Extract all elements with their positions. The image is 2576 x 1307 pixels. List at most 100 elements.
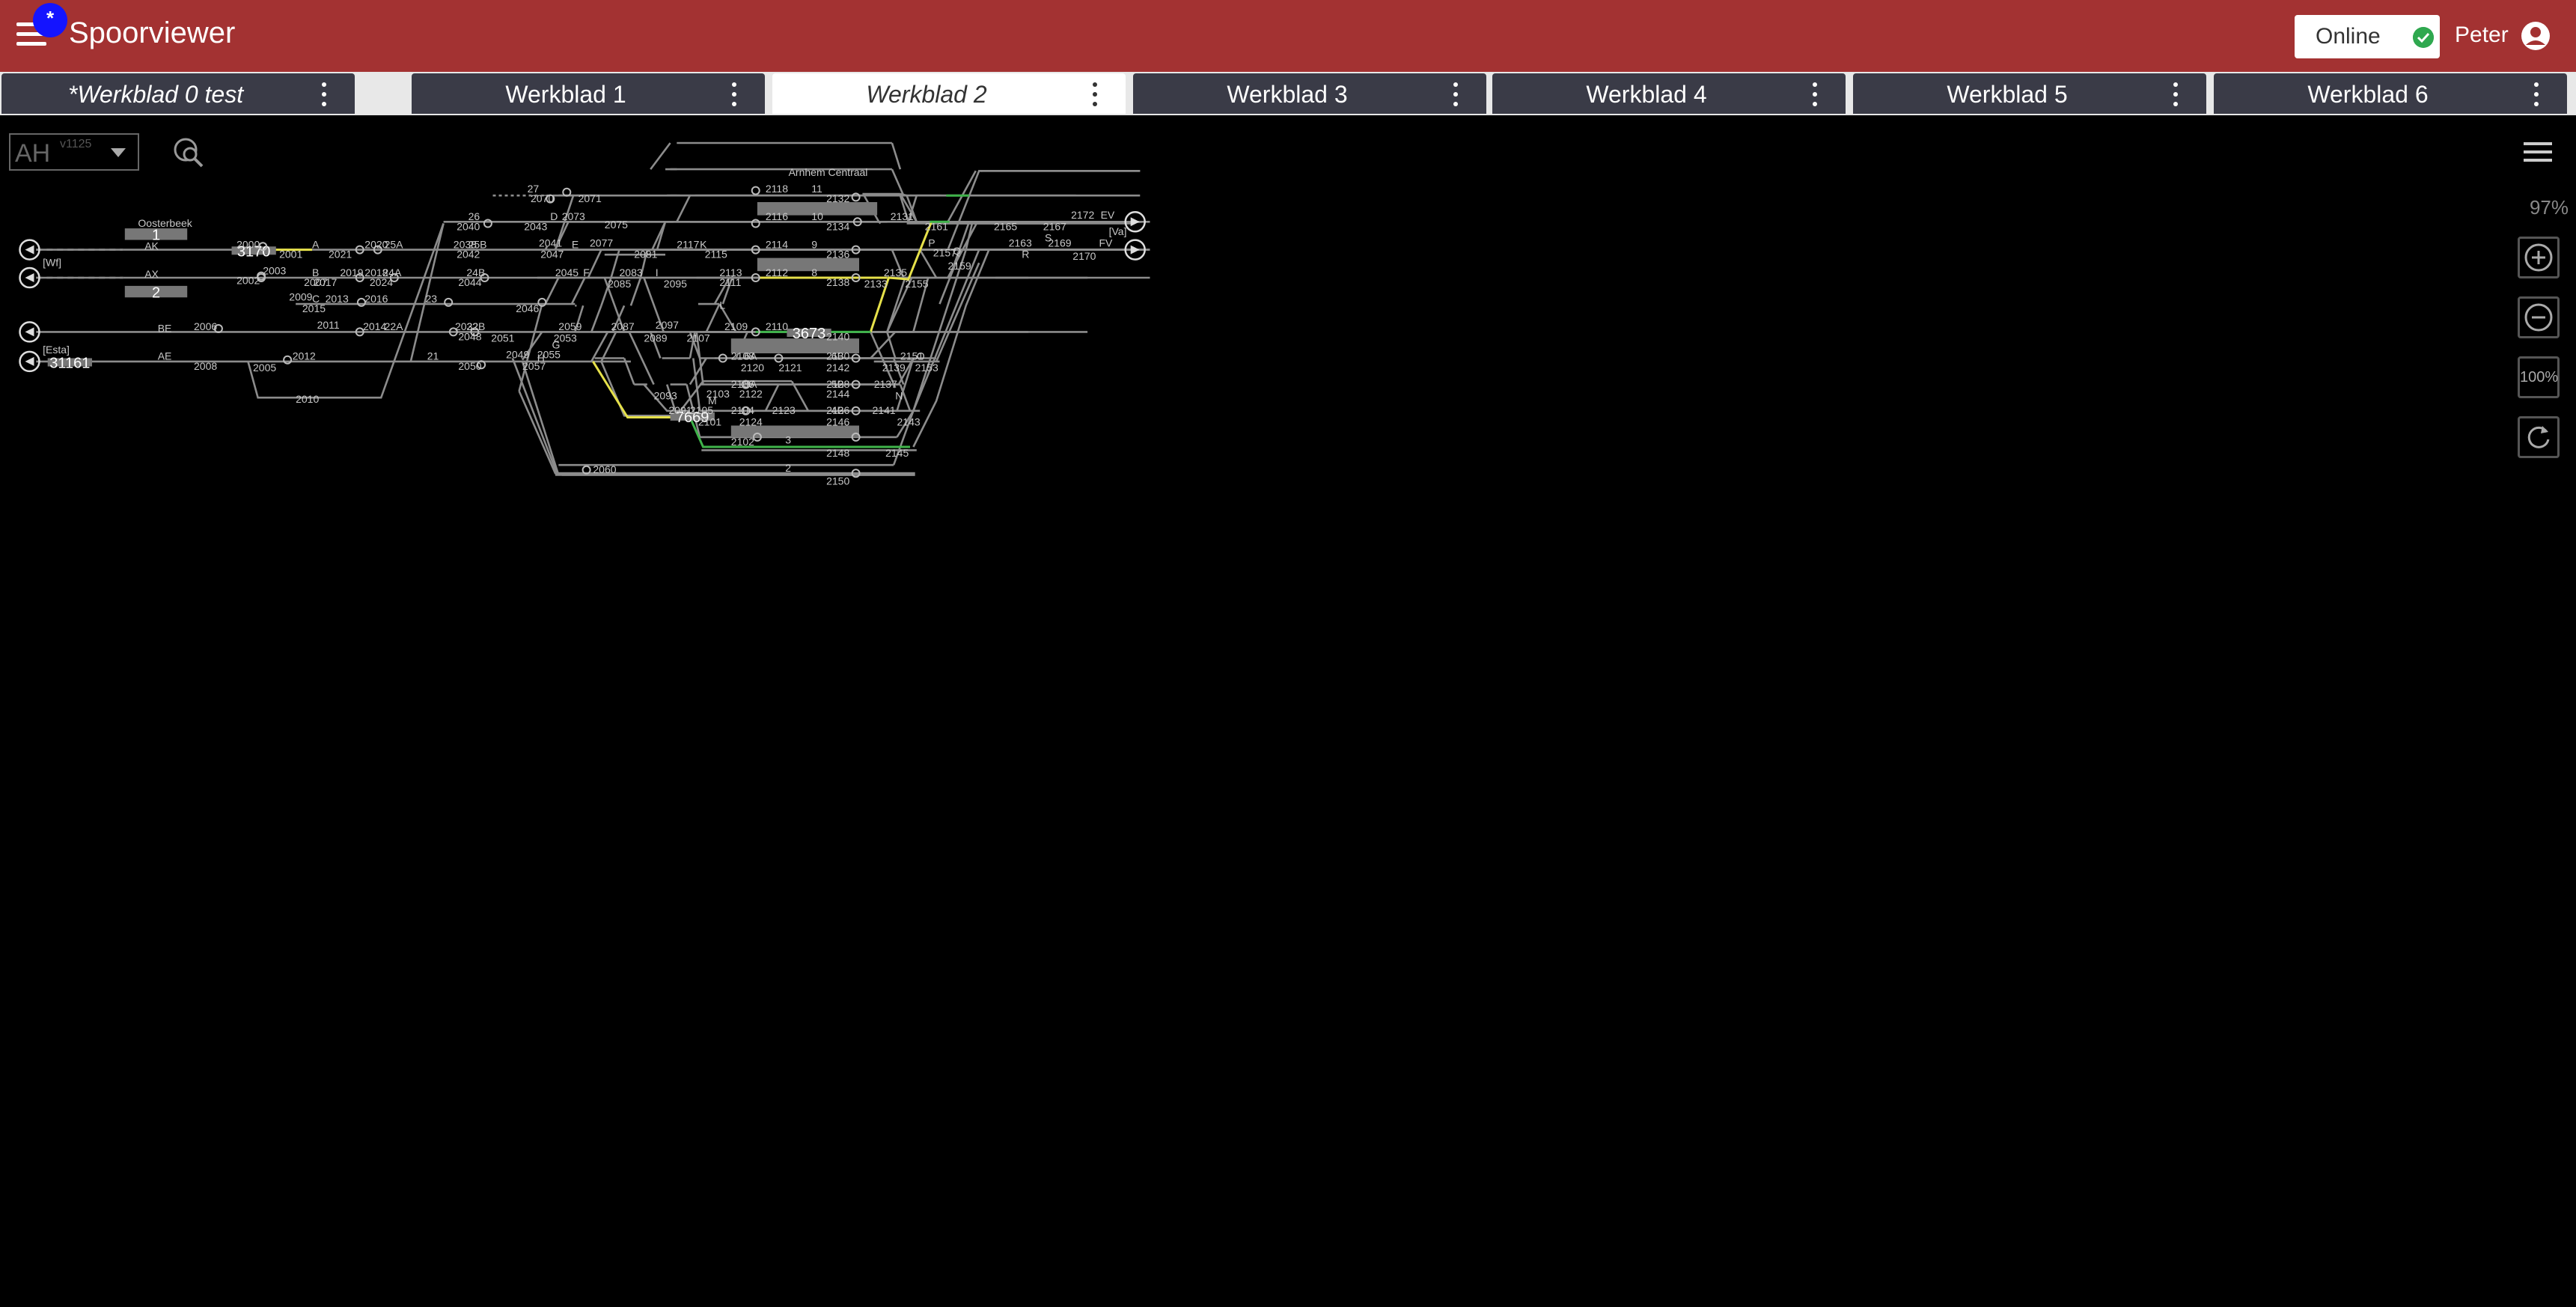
tab-label: Werkblad 4 xyxy=(1586,81,1707,108)
track-label: 2110 xyxy=(766,320,788,332)
platform-2-box-label: 2 xyxy=(152,284,160,301)
more-vert-icon[interactable] xyxy=(1453,82,1458,106)
track-segment xyxy=(629,277,642,306)
tab-label: Werkblad 2 xyxy=(866,81,987,108)
track-label: 2115 xyxy=(705,249,727,261)
track-label: 2141 xyxy=(873,404,896,416)
status-label: Online xyxy=(2316,24,2381,49)
track-label: 2114 xyxy=(766,238,788,250)
track-label: 6A xyxy=(744,350,757,362)
track-label: 2138 xyxy=(826,276,849,288)
track-label: 2137 xyxy=(874,378,897,390)
track-label: 2167 xyxy=(1043,220,1066,232)
online-status-toggle[interactable]: Online xyxy=(2295,15,2440,58)
track-label: 2117 xyxy=(677,238,699,250)
track-label: 2124 xyxy=(739,416,763,428)
check-circle-icon xyxy=(2413,27,2434,48)
track-label: 2153 xyxy=(915,362,938,374)
signal-icon[interactable] xyxy=(283,355,293,365)
track-segment xyxy=(650,142,671,170)
track-label: 2150 xyxy=(826,475,849,487)
track-label: [Wf] xyxy=(43,257,61,269)
tab-werkblad-1[interactable]: Werkblad 1 xyxy=(412,73,765,114)
track-label: 2145 xyxy=(885,447,909,459)
track-label: 2024 xyxy=(370,276,393,288)
track-label: AX xyxy=(144,268,159,280)
track-label: 2003 xyxy=(263,265,286,277)
track-label: 8 xyxy=(811,266,817,278)
track-label: 2146 xyxy=(826,416,849,428)
track-label: 2051 xyxy=(491,332,514,344)
tab-werkblad-3[interactable]: Werkblad 3 xyxy=(1133,73,1486,114)
tab-werkblad-2[interactable]: Werkblad 2 xyxy=(772,73,1126,114)
track-label: 2161 xyxy=(925,220,948,232)
track-label: 2014 xyxy=(363,320,386,332)
track-label: 3 xyxy=(785,434,791,446)
track-label: 2011 xyxy=(317,319,340,331)
track-label: 2143 xyxy=(897,416,921,428)
track-label: 2040 xyxy=(457,220,480,232)
track-label: D xyxy=(550,210,558,222)
more-vert-icon[interactable] xyxy=(322,82,326,106)
track-label: 2005 xyxy=(253,362,276,374)
track-label: 2155 xyxy=(905,278,928,290)
track-diagram[interactable]: 1231703116136737669 Arnhem CentraalOoste… xyxy=(0,117,2576,1307)
track-label: 5A xyxy=(744,378,757,390)
track-label: 2148 xyxy=(826,447,849,459)
track-label: 4B xyxy=(831,404,844,416)
track-label: 2002 xyxy=(236,275,260,287)
track-label: [Esta] xyxy=(43,344,70,356)
track-label: 2042 xyxy=(457,249,480,261)
track-label: R xyxy=(1022,249,1029,261)
track-label: 2019 xyxy=(340,266,363,278)
more-vert-icon[interactable] xyxy=(1093,82,1097,106)
track-label: 2132 xyxy=(826,192,849,204)
track-label: AE xyxy=(158,350,172,362)
track-label: 2140 xyxy=(826,330,849,342)
track-label: 2050 xyxy=(458,360,481,372)
track-label: 2135 xyxy=(884,266,907,278)
track-label: 2104 xyxy=(731,404,754,416)
track-label: 2163 xyxy=(1009,237,1032,249)
more-vert-icon[interactable] xyxy=(1813,82,1817,106)
track-label: K xyxy=(700,238,707,250)
track-label: 2101 xyxy=(698,416,721,428)
account-circle-icon[interactable] xyxy=(2521,21,2551,51)
track-label: 2097 xyxy=(656,319,679,331)
tab-label: Werkblad 6 xyxy=(2307,81,2429,108)
tab-werkblad-5[interactable]: Werkblad 5 xyxy=(1853,73,2206,114)
track-label: EV xyxy=(1101,209,1115,221)
track-label: 2016 xyxy=(364,293,388,305)
track-label: 2045 xyxy=(555,266,579,278)
track-segment xyxy=(587,249,602,278)
track-label: A xyxy=(312,238,320,250)
tab-werkblad-6[interactable]: Werkblad 6 xyxy=(2214,73,2567,114)
app-title: Spoorviewer xyxy=(69,16,236,49)
track-label: 2095 xyxy=(664,278,687,290)
track-label: 11 xyxy=(811,183,822,195)
track-segment xyxy=(705,303,721,332)
track-label: 2008 xyxy=(194,360,217,372)
track-label: 2009 xyxy=(289,291,312,303)
signal-icon[interactable] xyxy=(851,192,861,202)
track-segment xyxy=(692,358,701,411)
more-vert-icon[interactable] xyxy=(2173,82,2178,106)
track-label: Q xyxy=(953,245,961,257)
track-label: 21 xyxy=(427,350,439,362)
track-label: 2133 xyxy=(864,278,888,290)
track-label: 25A xyxy=(385,238,404,250)
more-vert-icon[interactable] xyxy=(732,82,736,106)
track-label: 2159 xyxy=(948,260,971,272)
track-label: N xyxy=(895,389,903,401)
more-vert-icon[interactable] xyxy=(2534,82,2539,106)
track-label: FV xyxy=(1099,237,1114,249)
track-label: S xyxy=(1045,232,1052,244)
tab-werkblad-0[interactable]: *Werkblad 0 test xyxy=(1,73,355,114)
signal-icon[interactable] xyxy=(751,186,760,195)
track-label: C xyxy=(312,293,320,305)
track-segment xyxy=(570,277,586,305)
tab-label: Werkblad 1 xyxy=(505,81,626,108)
track-label: [Va] xyxy=(1109,225,1127,237)
train-box-label: 3673 xyxy=(793,326,826,342)
tab-werkblad-4[interactable]: Werkblad 4 xyxy=(1492,73,1846,114)
